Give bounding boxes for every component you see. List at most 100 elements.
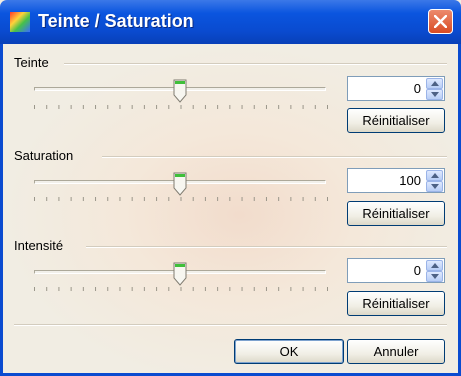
tick-mark [119,197,121,201]
title-bar[interactable]: Teinte / Saturation [0,0,461,44]
hue-group-label: Teinte [14,55,49,70]
saturation-spinbox[interactable]: 100 [347,168,445,193]
chevron-down-icon [431,184,439,189]
tick-mark [82,287,84,291]
tick-mark [290,105,292,109]
tick-mark [156,287,158,291]
tick-mark [302,197,304,201]
tick-mark [229,105,231,109]
ok-button[interactable]: OK [234,339,344,364]
tick-mark [204,287,206,291]
tick-mark [241,105,243,109]
tick-mark [168,287,170,291]
close-icon [434,15,447,28]
tick-mark [192,197,194,201]
intensity-spinbox[interactable]: 0 [347,258,445,283]
hue-slider-ticks [34,105,328,109]
tick-mark [82,105,84,109]
tick-mark [278,105,280,109]
tick-mark [131,105,133,109]
tick-mark [107,197,109,201]
intensity-spin-down[interactable] [426,271,443,282]
hue-slider-thumb[interactable] [173,79,187,103]
tick-mark [119,287,121,291]
tick-mark [278,287,280,291]
tick-mark [253,105,255,109]
tick-mark [314,105,316,109]
tick-mark [302,287,304,291]
saturation-spin-up[interactable] [426,170,443,181]
tick-mark [265,287,267,291]
intensity-spin-up[interactable] [426,260,443,271]
tick-mark [70,197,72,201]
tick-mark [70,105,72,109]
window-title: Teinte / Saturation [38,11,194,31]
tick-mark [34,197,35,201]
tick-mark [278,197,280,201]
tick-mark [70,287,72,291]
tick-mark [241,287,243,291]
tick-mark [168,105,170,109]
tick-mark [34,105,35,109]
intensity-slider-thumb[interactable] [173,262,187,286]
cancel-button[interactable]: Annuler [347,339,445,364]
chevron-down-icon [431,92,439,97]
tick-mark [204,197,206,201]
footer-separator [14,324,447,326]
tick-mark [143,105,145,109]
tick-mark [290,197,292,201]
hue-value[interactable]: 0 [414,81,421,96]
tick-mark [241,197,243,201]
saturation-value[interactable]: 100 [399,173,421,188]
tick-mark [327,287,328,291]
chevron-up-icon [431,81,439,86]
intensity-slider-ticks [34,287,328,291]
tick-mark [302,105,304,109]
saturation-spin-down[interactable] [426,181,443,192]
hue-spin-down[interactable] [426,89,443,100]
tick-mark [314,197,316,201]
tick-mark [156,105,158,109]
saturation-reset-button[interactable]: Réinitialiser [347,201,445,226]
tick-mark [46,105,48,109]
tick-mark [217,197,219,201]
tick-mark [58,287,60,291]
close-button[interactable] [428,9,453,34]
tick-mark [95,287,97,291]
chevron-up-icon [431,263,439,268]
app-icon [10,12,30,32]
tick-mark [327,105,328,109]
tick-mark [131,197,133,201]
hue-group-line [64,63,447,65]
tick-mark [119,105,121,109]
tick-mark [95,105,97,109]
saturation-group-label: Saturation [14,148,74,163]
saturation-slider-ticks [34,197,328,201]
tick-mark [34,287,35,291]
saturation-group-line [102,156,447,158]
intensity-reset-button[interactable]: Réinitialiser [347,291,445,316]
hue-spinbox[interactable]: 0 [347,76,445,101]
tick-mark [180,105,182,109]
tick-mark [265,105,267,109]
hue-reset-button[interactable]: Réinitialiser [347,108,445,133]
intensity-group-label: Intensité [14,238,64,253]
tick-mark [168,197,170,201]
intensity-value[interactable]: 0 [414,263,421,278]
tick-mark [95,197,97,201]
tick-mark [143,197,145,201]
tick-mark [253,197,255,201]
chevron-down-icon [431,274,439,279]
intensity-group-line [86,246,447,248]
tick-mark [156,197,158,201]
tick-mark [46,197,48,201]
tick-mark [192,105,194,109]
tick-mark [290,287,292,291]
tick-mark [143,287,145,291]
saturation-slider-thumb[interactable] [173,172,187,196]
tick-mark [107,287,109,291]
tick-mark [217,287,219,291]
tick-mark [82,197,84,201]
tick-mark [327,197,328,201]
hue-spin-up[interactable] [426,78,443,89]
